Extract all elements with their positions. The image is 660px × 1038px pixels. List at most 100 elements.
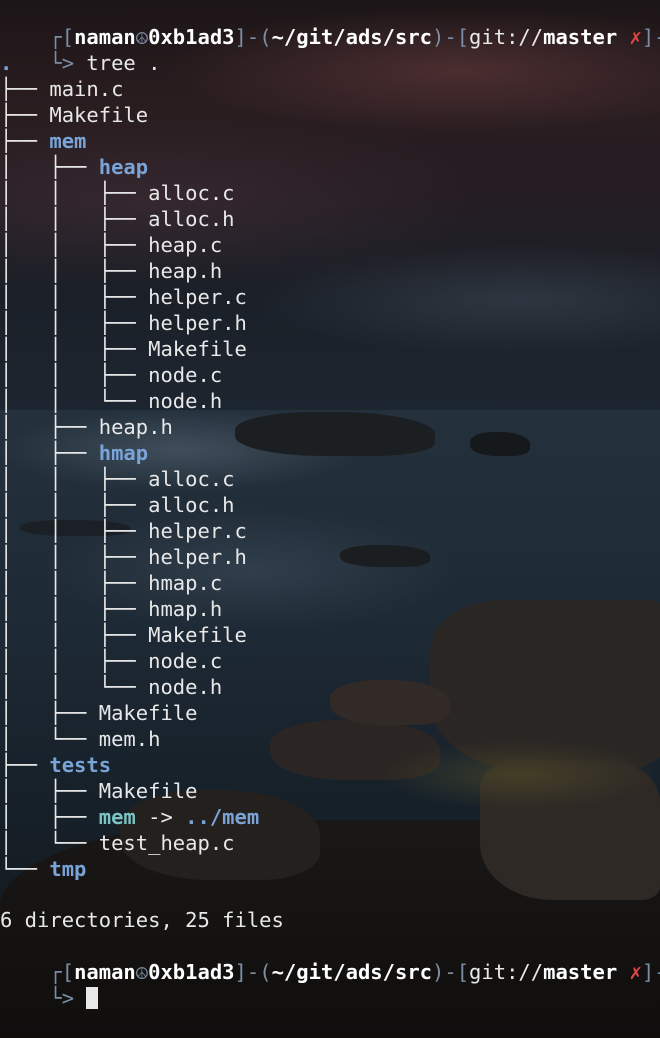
tree-entry-name: heap.c — [148, 233, 223, 257]
tree-entry-name: main.c — [49, 77, 124, 101]
prompt-path: ~/git/ads/src — [271, 25, 433, 49]
tree-branch-connector: │ ├── — [0, 441, 99, 465]
tree-branch-connector: │ │ ├── — [0, 285, 149, 309]
tree-directory: └── tmp — [0, 856, 86, 882]
tree-file: │ │ └── node.h — [0, 388, 222, 414]
tree-branch-connector: └── — [0, 857, 50, 881]
symlink-target: ../mem — [185, 805, 260, 829]
prompt-arrow: └> — [49, 986, 87, 1010]
shell-prompt: ┌[naman☮0xb1ad3]-(~/git/ads/src)-[git://… — [0, 933, 660, 984]
tree-entry-name: alloc.c — [148, 181, 235, 205]
tree-branch-connector: │ │ ├── — [0, 493, 149, 517]
tree-entry-name: helper.h — [148, 311, 247, 335]
prompt-git-label: git:// — [469, 960, 544, 984]
command-text: tree . — [86, 51, 161, 75]
tree-entry-name: helper.c — [148, 285, 247, 309]
prompt-bracket: ]- — [641, 960, 660, 984]
tree-entry-name: tmp — [49, 857, 87, 881]
tree-branch-connector: │ ├── — [0, 805, 99, 829]
tree-entry-name: alloc.c — [148, 467, 235, 491]
tree-branch-connector: │ │ ├── — [0, 311, 149, 335]
tree-branch-connector: │ │ └── — [0, 675, 149, 699]
tree-file: │ └── mem.h — [0, 726, 160, 752]
tree-branch-connector: │ ├── — [0, 415, 99, 439]
tree-branch-connector: ├── — [0, 103, 50, 127]
tree-file: │ │ ├── heap.h — [0, 258, 222, 284]
tree-file: │ │ ├── helper.h — [0, 544, 247, 570]
git-dirty-icon: ✗ — [629, 25, 642, 49]
prompt-separator: ]-( — [234, 960, 272, 984]
tree-entry-name: node.c — [148, 649, 223, 673]
tree-branch-connector: │ ├── — [0, 155, 99, 179]
tree-entry-name: Makefile — [49, 103, 149, 127]
tree-entry-name: alloc.h — [148, 207, 235, 231]
tree-symlink: │ ├── mem -> ../mem — [0, 804, 259, 830]
tree-branch-connector: │ │ ├── — [0, 181, 149, 205]
tree-branch-connector: │ │ ├── — [0, 363, 149, 387]
tree-file: │ │ ├── helper.h — [0, 310, 247, 336]
tree-branch-connector: │ │ ├── — [0, 649, 149, 673]
terminal-window[interactable]: ┌[naman☮0xb1ad3]-(~/git/ads/src)-[git://… — [0, 0, 660, 1038]
tree-directory: │ ├── hmap — [0, 440, 148, 466]
tree-root: . — [0, 51, 13, 75]
peace-icon: ☮ — [135, 960, 149, 984]
prompt-bracket: ]- — [641, 25, 660, 49]
tree-branch-connector: │ │ ├── — [0, 337, 149, 361]
tree-file: │ │ ├── alloc.h — [0, 206, 235, 232]
tree-branch-connector: │ │ ├── — [0, 233, 149, 257]
prompt-git-branch: master — [543, 25, 618, 49]
tree-entry-name: Makefile — [148, 337, 247, 361]
tree-branch-connector: │ │ ├── — [0, 467, 149, 491]
tree-branch-connector: │ └── — [0, 727, 99, 751]
tree-entry-name: Makefile — [98, 701, 198, 725]
input-line[interactable]: └> — [0, 959, 99, 1010]
tree-file: │ ├── heap.h — [0, 414, 173, 440]
tree-branch-connector: │ │ ├── — [0, 207, 149, 231]
tree-directory: │ ├── heap — [0, 154, 148, 180]
tree-file: │ │ ├── alloc.c — [0, 466, 235, 492]
prompt-separator: )-[ — [432, 25, 470, 49]
tree-entry-name: Makefile — [148, 623, 247, 647]
tree-entry-name: heap.h — [98, 415, 173, 439]
symlink-arrow: -> — [135, 805, 186, 829]
text-cursor[interactable] — [86, 987, 99, 1009]
tree-file: │ │ ├── node.c — [0, 362, 222, 388]
prompt-path: ~/git/ads/src — [271, 960, 433, 984]
tree-branch-connector: │ │ ├── — [0, 597, 149, 621]
tree-file: │ │ ├── heap.c — [0, 232, 222, 258]
tree-directory: ├── mem — [0, 128, 86, 154]
prompt-separator: ]-( — [234, 25, 272, 49]
tree-branch-connector: │ ├── — [0, 779, 99, 803]
tree-entry-name: node.h — [148, 389, 223, 413]
tree-entry-name: mem.h — [98, 727, 161, 751]
prompt-git-label: git:// — [469, 25, 544, 49]
shell-prompt: ┌[naman☮0xb1ad3]-(~/git/ads/src)-[git://… — [0, 0, 660, 49]
prompt-git-branch: master — [543, 960, 618, 984]
tree-branch-connector: │ └── — [0, 831, 99, 855]
tree-entry-name: helper.h — [148, 545, 247, 569]
tree-summary: 6 directories, 25 files — [0, 908, 284, 932]
tree-branch-connector: ├── — [0, 753, 50, 777]
tree-entry-name: alloc.h — [148, 493, 235, 517]
tree-entry-name: Makefile — [98, 779, 198, 803]
tree-entry-name: mem — [49, 129, 87, 153]
tree-entry-name: hmap.h — [148, 597, 223, 621]
command-line: └> tree . — [0, 24, 160, 75]
git-dirty-icon: ✗ — [629, 960, 642, 984]
tree-directory: ├── tests — [0, 752, 111, 778]
prompt-separator: )-[ — [432, 960, 470, 984]
tree-file: │ │ ├── Makefile — [0, 622, 247, 648]
tree-entry-name: heap — [98, 155, 149, 179]
tree-file: │ │ ├── node.c — [0, 648, 222, 674]
tree-file: │ │ └── node.h — [0, 674, 222, 700]
tree-entry-name: node.c — [148, 363, 223, 387]
prompt-host: 0xb1ad3 — [148, 960, 235, 984]
tree-entry-name: hmap — [98, 441, 149, 465]
tree-file: │ │ ├── hmap.h — [0, 596, 222, 622]
tree-file: │ │ ├── helper.c — [0, 284, 247, 310]
tree-file: ├── main.c — [0, 76, 123, 102]
tree-branch-connector: │ │ ├── — [0, 623, 149, 647]
tree-branch-connector: │ │ ├── — [0, 571, 149, 595]
tree-branch-connector: ├── — [0, 77, 50, 101]
prompt-host: 0xb1ad3 — [148, 25, 235, 49]
